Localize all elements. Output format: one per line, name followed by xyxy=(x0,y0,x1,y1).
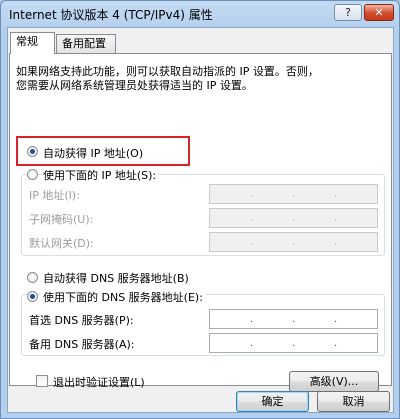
ip-address-label: IP 地址(I): xyxy=(29,189,80,202)
manual-ip-label[interactable]: 使用下面的 IP 地址(S): xyxy=(41,167,159,183)
description-text: 如果网络支持此功能，则可以获取自动指派的 IP 设置。否则， 您需要从网络系统管… xyxy=(16,65,319,93)
tab-alternate-config[interactable]: 备用配置 xyxy=(56,34,116,53)
subnet-mask-field[interactable]: ... xyxy=(209,208,378,228)
default-gateway-field[interactable]: ... xyxy=(209,232,378,252)
close-button[interactable]: ✕ xyxy=(364,4,394,21)
auto-ip-label[interactable]: 自动获得 IP 地址(O) xyxy=(43,145,143,161)
ok-button[interactable]: 确定 xyxy=(236,391,309,412)
auto-ip-radio[interactable] xyxy=(27,146,38,157)
auto-dns-label[interactable]: 自动获得 DNS 服务器地址(B) xyxy=(43,270,189,286)
title-bar[interactable]: Internet 协议版本 4 (TCP/IPv4) 属性 ? ✕ xyxy=(1,1,399,27)
ip-address-field[interactable]: ... xyxy=(209,184,378,204)
tab-general[interactable]: 常规 xyxy=(10,32,55,54)
description-line-1: 如果网络支持此功能，则可以获取自动指派的 IP 设置。否则， xyxy=(16,65,319,78)
dialog-client: 常规 备用配置 如果网络支持此功能，则可以获取自动指派的 IP 设置。否则， 您… xyxy=(7,27,394,413)
window-title: Internet 协议版本 4 (TCP/IPv4) 属性 xyxy=(9,8,213,22)
default-gateway-label: 默认网关(D): xyxy=(29,237,94,250)
description-line-2: 您需要从网络系统管理员处获得适当的 IP 设置。 xyxy=(16,79,253,92)
manual-dns-radio[interactable] xyxy=(27,291,38,302)
manual-ip-radio[interactable] xyxy=(27,169,38,180)
alternate-dns-field[interactable]: ... xyxy=(209,333,378,353)
preferred-dns-label: 首选 DNS 服务器(P): xyxy=(29,314,134,327)
general-tab-panel: 如果网络支持此功能，则可以获取自动指派的 IP 设置。否则， 您需要从网络系统管… xyxy=(9,53,392,392)
advanced-button[interactable]: 高级(V)... xyxy=(289,371,379,392)
alternate-dns-label: 备用 DNS 服务器(A): xyxy=(29,338,135,351)
manual-dns-label[interactable]: 使用下面的 DNS 服务器地址(E): xyxy=(41,289,205,305)
auto-dns-radio[interactable] xyxy=(27,272,38,283)
dialog-window: Internet 协议版本 4 (TCP/IPv4) 属性 ? ✕ 常规 备用配… xyxy=(0,0,400,419)
validate-on-exit-checkbox[interactable] xyxy=(36,375,48,387)
help-button[interactable]: ? xyxy=(334,4,362,21)
preferred-dns-field[interactable]: ... xyxy=(209,309,378,329)
cancel-button[interactable]: 取消 xyxy=(317,391,390,412)
validate-on-exit-label[interactable]: 退出时验证设置(L) xyxy=(53,374,145,390)
subnet-mask-label: 子网掩码(U): xyxy=(29,213,94,226)
